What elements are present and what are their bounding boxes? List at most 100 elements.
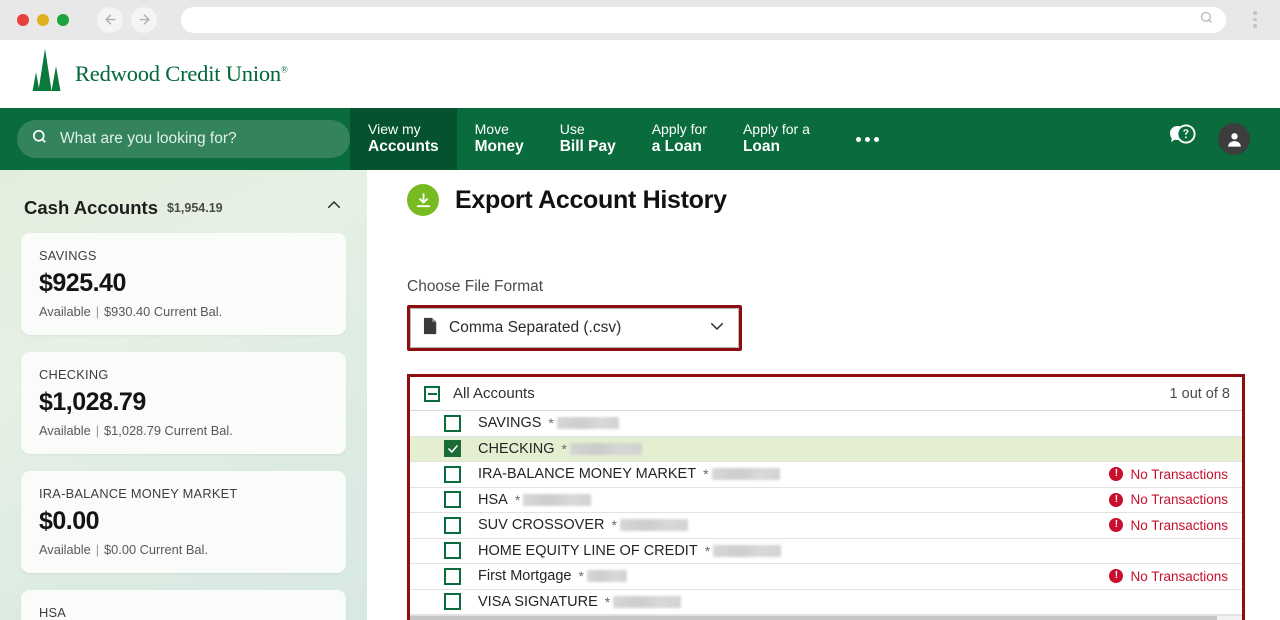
status-badge: ! No Transactions [1109,492,1228,507]
selection-count: 1 out of 8 [1169,385,1230,402]
separator: | [95,542,100,557]
row-checkbox[interactable] [444,567,461,585]
search-placeholder: What are you looking for? [60,130,237,147]
cash-accounts-header[interactable]: Cash Accounts $1,954.19 [21,170,346,233]
account-name: HSA [478,491,508,508]
account-subline: Available | $1,028.79 Current Bal. [39,423,328,438]
row-checkbox[interactable] [444,414,461,432]
close-window-button[interactable] [17,13,29,26]
table-row[interactable]: VISA SIGNATURE * [410,589,1242,615]
page-header: Export Account History [407,170,1250,216]
table-row[interactable]: IRA-BALANCE MONEY MARKET *! No Transaction… [410,462,1242,488]
table-row[interactable]: HSA * ! No Transactions [410,487,1242,513]
masked-prefix: * [611,517,617,534]
table-row[interactable]: HOME EQUITY LINE OF CREDIT * [410,538,1242,564]
nav-item-apply-for-a-loan[interactable]: Apply for a Loan [634,108,725,170]
table-row[interactable]: SUV CROSSOVER *! No Transactions [410,513,1242,539]
available-label: Available [39,423,91,438]
row-checkbox[interactable] [444,440,461,458]
nav-item-use-bill-pay[interactable]: Use Bill Pay [542,108,634,170]
page-body: Cash Accounts $1,954.19 SAVINGS $925.40 … [0,170,1280,620]
account-name: SAVINGS [478,415,542,432]
account-name: SAVINGS [39,248,97,263]
status-badge: ! No Transactions [1109,467,1228,482]
cash-accounts-total: $1,954.19 [166,200,223,215]
search-icon [31,128,48,150]
nav-item-line1: View my [368,121,421,137]
browser-nav-buttons [97,6,157,33]
masked-prefix: * [514,491,521,508]
masked-account-number [523,493,592,506]
separator: | [95,423,100,438]
masked-account-number [713,544,782,557]
kebab-menu-icon[interactable] [1244,11,1266,28]
masked-prefix: * [703,466,709,483]
account-subline: Available | $0.00 Current Bal. [39,542,328,557]
nav-item-view-my-accounts[interactable]: View my Accounts [350,108,457,170]
search-input[interactable]: What are you looking for? [17,120,350,158]
nav-item-line1: Use [559,121,585,137]
masked-account-number [556,417,619,430]
maximize-window-button[interactable] [57,13,69,26]
masked-prefix: * [548,415,554,432]
chevron-down-icon[interactable] [708,317,726,340]
row-checkbox[interactable] [444,491,461,509]
chevron-up-icon[interactable] [325,196,343,219]
scrollbar-thumb[interactable] [410,616,1218,620]
cash-accounts-title: Cash Accounts [24,196,158,218]
brand-header: Redwood Credit Union® [0,40,1280,108]
sidebar-account-card-hsa[interactable]: HSA [21,590,346,620]
search-container: What are you looking for? [0,108,350,170]
sidebar-account-card-ira-balance-money-market[interactable]: IRA-BALANCE MONEY MARKET $0.00 Available… [21,471,346,573]
masked-prefix: * [604,593,611,610]
row-checkbox[interactable] [444,542,461,560]
table-row[interactable]: CHECKING * [410,436,1242,462]
row-checkbox[interactable] [444,465,461,483]
file-icon [423,317,438,340]
app-window: Redwood Credit Union® What are you looki… [0,0,1280,620]
account-balance: $0.00 [39,507,100,535]
current-balance: $930.40 Current Bal. [104,304,223,319]
user-avatar-icon[interactable] [1218,123,1250,155]
account-name: HSA [39,605,67,620]
nav-item-line1: Apply for a [742,121,810,137]
separator: | [95,304,100,319]
accounts-sidebar: Cash Accounts $1,954.19 SAVINGS $925.40 … [0,170,367,620]
more-menu-icon[interactable] [828,108,907,170]
alert-exclamation-icon: ! [1109,569,1124,584]
table-row[interactable]: SAVINGS * [410,411,1242,437]
select-all-checkbox[interactable] [424,385,440,402]
current-balance: $0.00 Current Bal. [104,542,208,557]
row-checkbox[interactable] [444,593,461,611]
back-arrow-icon[interactable] [97,6,123,33]
nav-item-move-money[interactable]: Move Money [457,108,542,170]
file-format-select[interactable]: Comma Separated (.csv) [410,308,739,348]
account-name: First Mortgage [478,568,572,585]
window-traffic-lights[interactable] [12,13,69,26]
trademark-symbol: ® [280,64,288,75]
alert-exclamation-icon: ! [1109,492,1124,507]
accounts-table-highlight: All Accounts 1 out of 8 SAVINGS * CHECKING… [407,374,1245,620]
horizontal-scrollbar[interactable] [410,615,1242,620]
address-bar[interactable] [181,6,1226,33]
masked-prefix: * [704,542,711,559]
page-title: Export Account History [455,185,727,214]
sidebar-account-card-checking[interactable]: CHECKING $1,028.79 Available | $1,028.79 C… [21,352,346,454]
nav-utility-icons [1164,108,1280,170]
masked-prefix: * [578,568,584,585]
account-name: VISA SIGNATURE [478,593,598,610]
forward-arrow-icon[interactable] [131,6,157,33]
account-name: CHECKING [39,367,109,382]
sidebar-account-card-savings[interactable]: SAVINGS $925.40 Available | $930.40 Curren… [21,233,346,335]
nav-item-apply-for-a-loan-2[interactable]: Apply for a Loan [725,108,828,170]
help-chat-bubble-icon[interactable] [1164,121,1198,158]
row-checkbox[interactable] [444,516,461,534]
redwood-tree-logo [30,48,64,101]
select-all-label: All Accounts [453,385,535,402]
minimize-window-button[interactable] [37,13,49,26]
brand-logo-link[interactable]: Redwood Credit Union® [30,48,288,101]
masked-account-number [586,570,627,583]
table-row[interactable]: First Mortgage *! No Transactions [410,564,1242,590]
masked-prefix: * [561,440,567,457]
masked-account-number [613,595,682,608]
